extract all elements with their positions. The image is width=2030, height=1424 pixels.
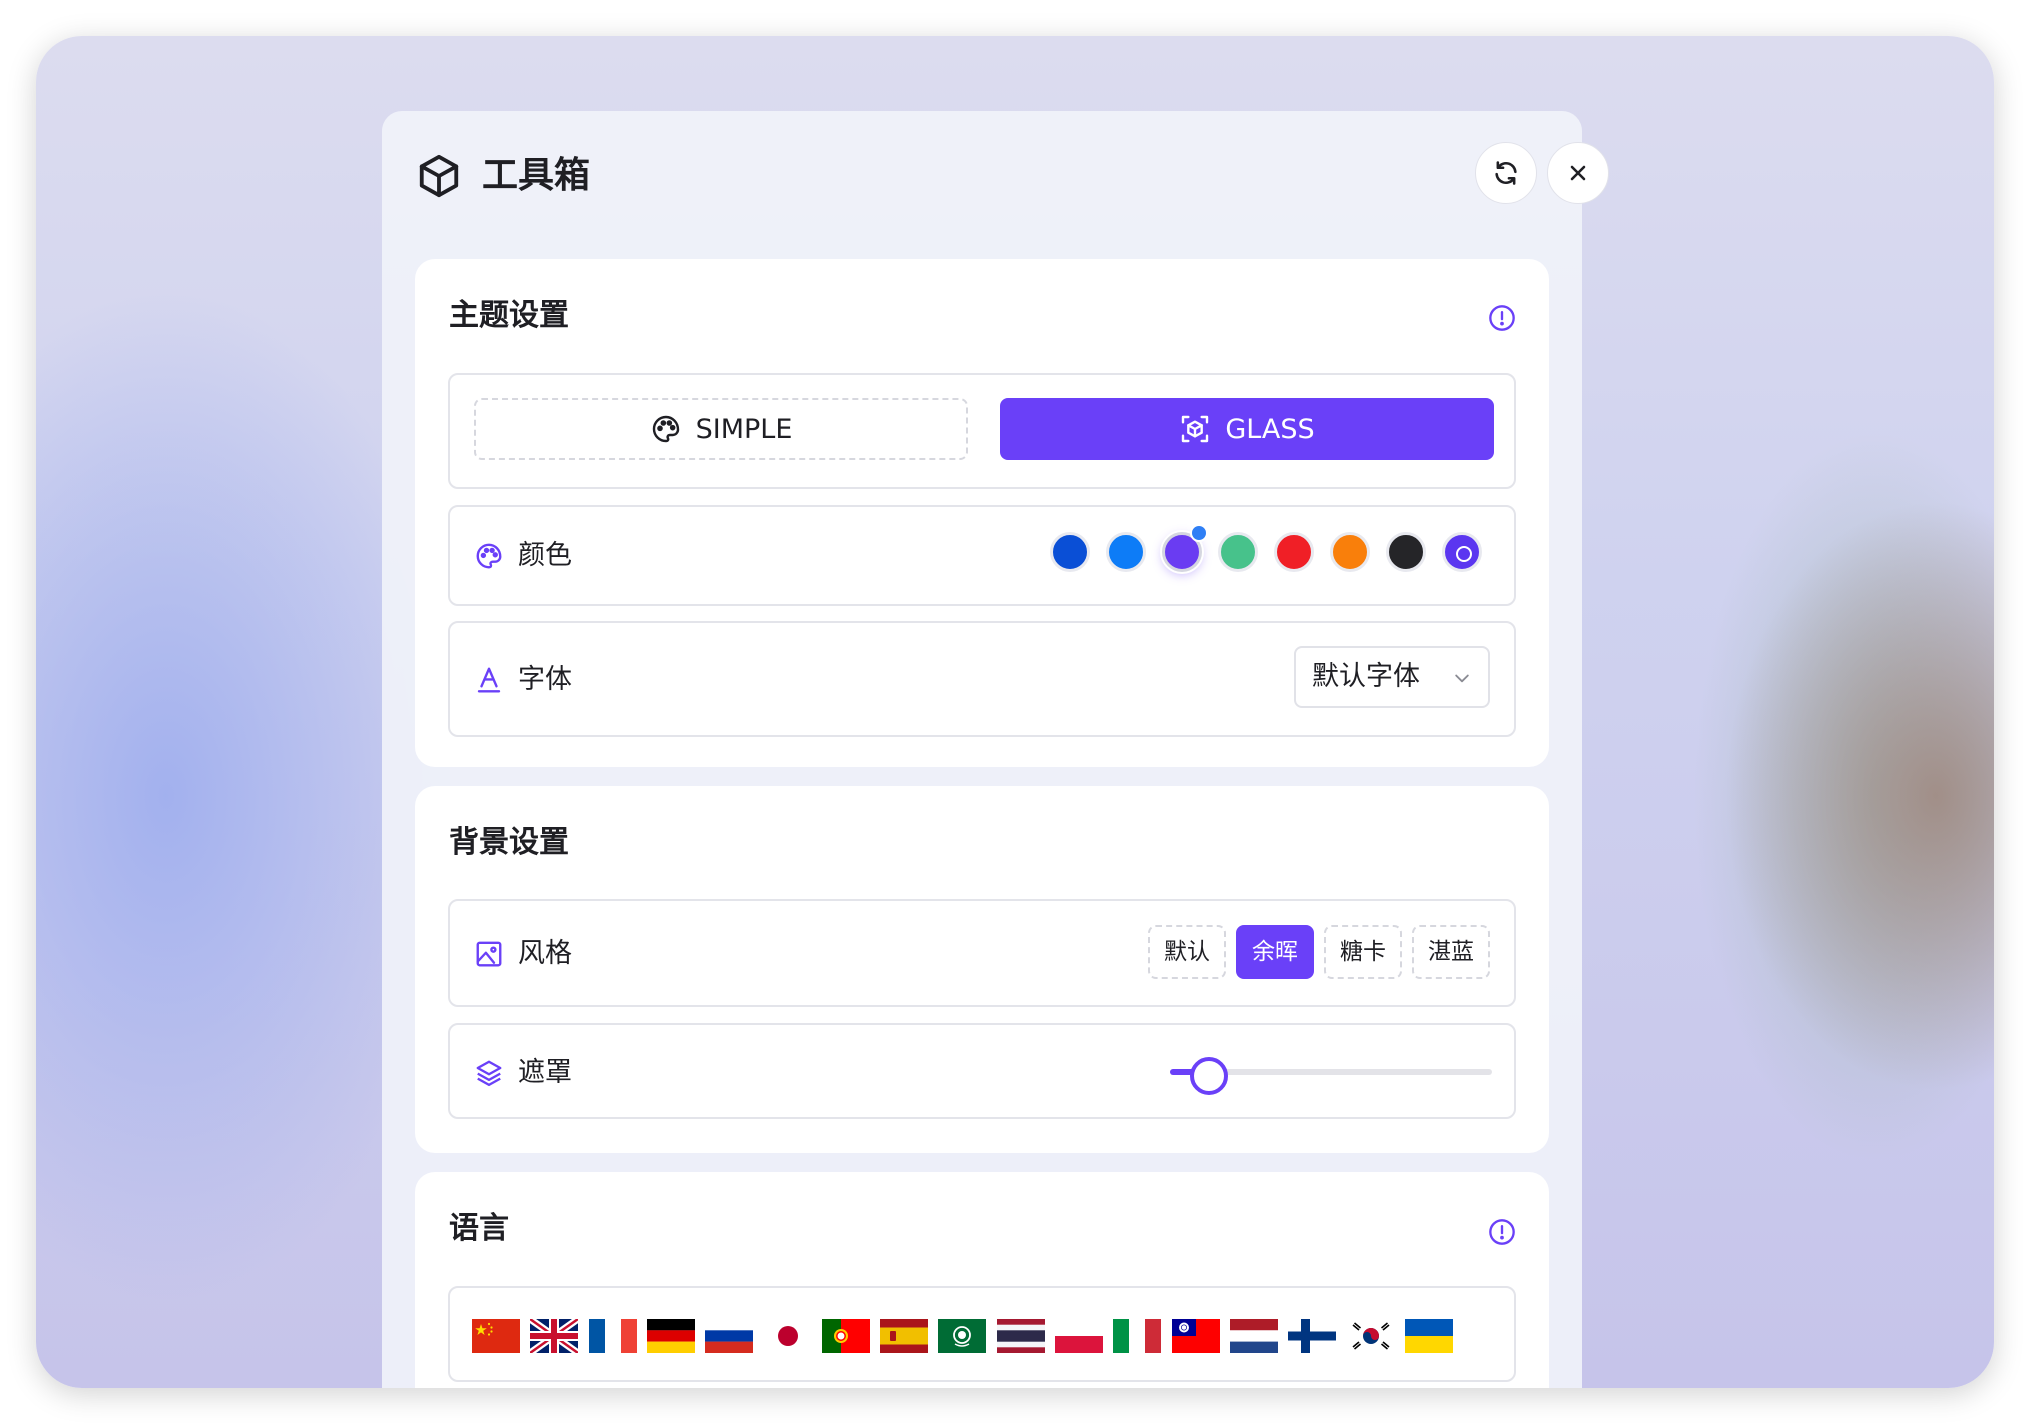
- theme-settings-card: 主题设置 SIMPLE GLASS 颜色 字体 默认字体: [415, 259, 1549, 767]
- style-option-chip[interactable]: 湛蓝: [1412, 925, 1490, 979]
- background-settings-title: 背景设置: [449, 825, 569, 860]
- color-row: 颜色: [448, 505, 1516, 606]
- style-option-chip[interactable]: 糖卡: [1324, 925, 1402, 979]
- cube-icon: [419, 154, 459, 198]
- chevron-down-icon: [1455, 674, 1469, 683]
- mask-slider-thumb[interactable]: [1189, 1057, 1228, 1095]
- theme-settings-title: 主题设置: [449, 298, 569, 333]
- taiwan-flag[interactable]: [1171, 1319, 1220, 1353]
- simple-theme-label: SIMPLE: [695, 413, 793, 445]
- south-korea-flag[interactable]: [1346, 1319, 1395, 1353]
- italy-flag[interactable]: [1113, 1319, 1162, 1353]
- color-swatch[interactable]: [1106, 532, 1146, 572]
- uk-flag[interactable]: [528, 1316, 581, 1356]
- mask-label: 遮罩: [518, 1057, 572, 1088]
- font-select-value: 默认字体: [1312, 661, 1420, 692]
- china-flag[interactable]: [472, 1319, 520, 1353]
- close-icon: [1570, 165, 1586, 181]
- background-settings-card: 背景设置 风格 默认 余晖 糖卡 湛蓝 遮罩: [415, 786, 1549, 1153]
- info-icon[interactable]: [1488, 304, 1516, 332]
- custom-color-ring: [1456, 546, 1472, 562]
- style-option-chip[interactable]: 默认: [1148, 925, 1226, 979]
- panel-header: 工具箱: [382, 111, 1609, 231]
- font-icon: [477, 667, 501, 693]
- glass-theme-label: GLASS: [1225, 413, 1315, 445]
- info-icon[interactable]: [1488, 1218, 1516, 1246]
- app-title: 工具箱: [482, 155, 591, 196]
- thailand-flag[interactable]: [996, 1319, 1045, 1353]
- portugal-flag[interactable]: [821, 1319, 870, 1353]
- scan-cube-icon: [1182, 415, 1209, 443]
- font-row: 字体 默认字体: [448, 621, 1516, 737]
- toolbox-panel: 工具箱 主题设置 SIMPLE GLASS 颜色 字体 默认字体 背景设置 风格…: [382, 111, 1609, 1388]
- style-row: 风格 默认 余晖 糖卡 湛蓝: [448, 899, 1516, 1007]
- france-flag[interactable]: [588, 1319, 637, 1353]
- ukraine-flag[interactable]: [1404, 1319, 1453, 1353]
- color-swatch[interactable]: [1274, 532, 1314, 572]
- russia-flag[interactable]: [705, 1319, 754, 1353]
- close-button[interactable]: [1547, 142, 1609, 204]
- desktop-background: 工具箱 主题设置 SIMPLE GLASS 颜色 字体 默认字体 背景设置 风格…: [36, 36, 1994, 1388]
- image-icon: [476, 941, 502, 967]
- color-label: 颜色: [518, 540, 572, 571]
- finland-flag[interactable]: [1288, 1319, 1337, 1353]
- font-label: 字体: [518, 664, 572, 695]
- font-select[interactable]: 默认字体: [1294, 646, 1490, 708]
- style-option-chip[interactable]: 余晖: [1236, 925, 1314, 979]
- color-swatch[interactable]: [1386, 532, 1426, 572]
- color-swatch[interactable]: [1050, 532, 1090, 572]
- selected-swatch-indicator: [1190, 524, 1208, 542]
- palette-icon: [476, 543, 502, 569]
- language-card: 语言: [415, 1172, 1549, 1388]
- style-label: 风格: [518, 938, 572, 969]
- arab-league-flag[interactable]: [938, 1319, 987, 1353]
- spain-flag[interactable]: [880, 1319, 929, 1353]
- germany-flag[interactable]: [646, 1319, 695, 1353]
- refresh-button[interactable]: [1475, 142, 1537, 204]
- layers-icon: [476, 1060, 502, 1087]
- language-title: 语言: [449, 1211, 509, 1246]
- color-swatch[interactable]: [1442, 532, 1482, 572]
- simple-theme-button[interactable]: SIMPLE: [474, 398, 968, 460]
- mask-row: 遮罩: [448, 1023, 1516, 1119]
- palette-icon: [652, 415, 679, 443]
- theme-mode-row: SIMPLE GLASS: [448, 373, 1516, 489]
- netherlands-flag[interactable]: [1229, 1319, 1278, 1353]
- poland-flag[interactable]: [1055, 1319, 1103, 1353]
- refresh-icon: [1495, 161, 1517, 185]
- color-swatch[interactable]: [1218, 532, 1258, 572]
- japan-flag[interactable]: [763, 1319, 812, 1353]
- glass-theme-button[interactable]: GLASS: [1000, 398, 1494, 460]
- language-flags-row: [448, 1286, 1516, 1382]
- color-swatch[interactable]: [1330, 532, 1370, 572]
